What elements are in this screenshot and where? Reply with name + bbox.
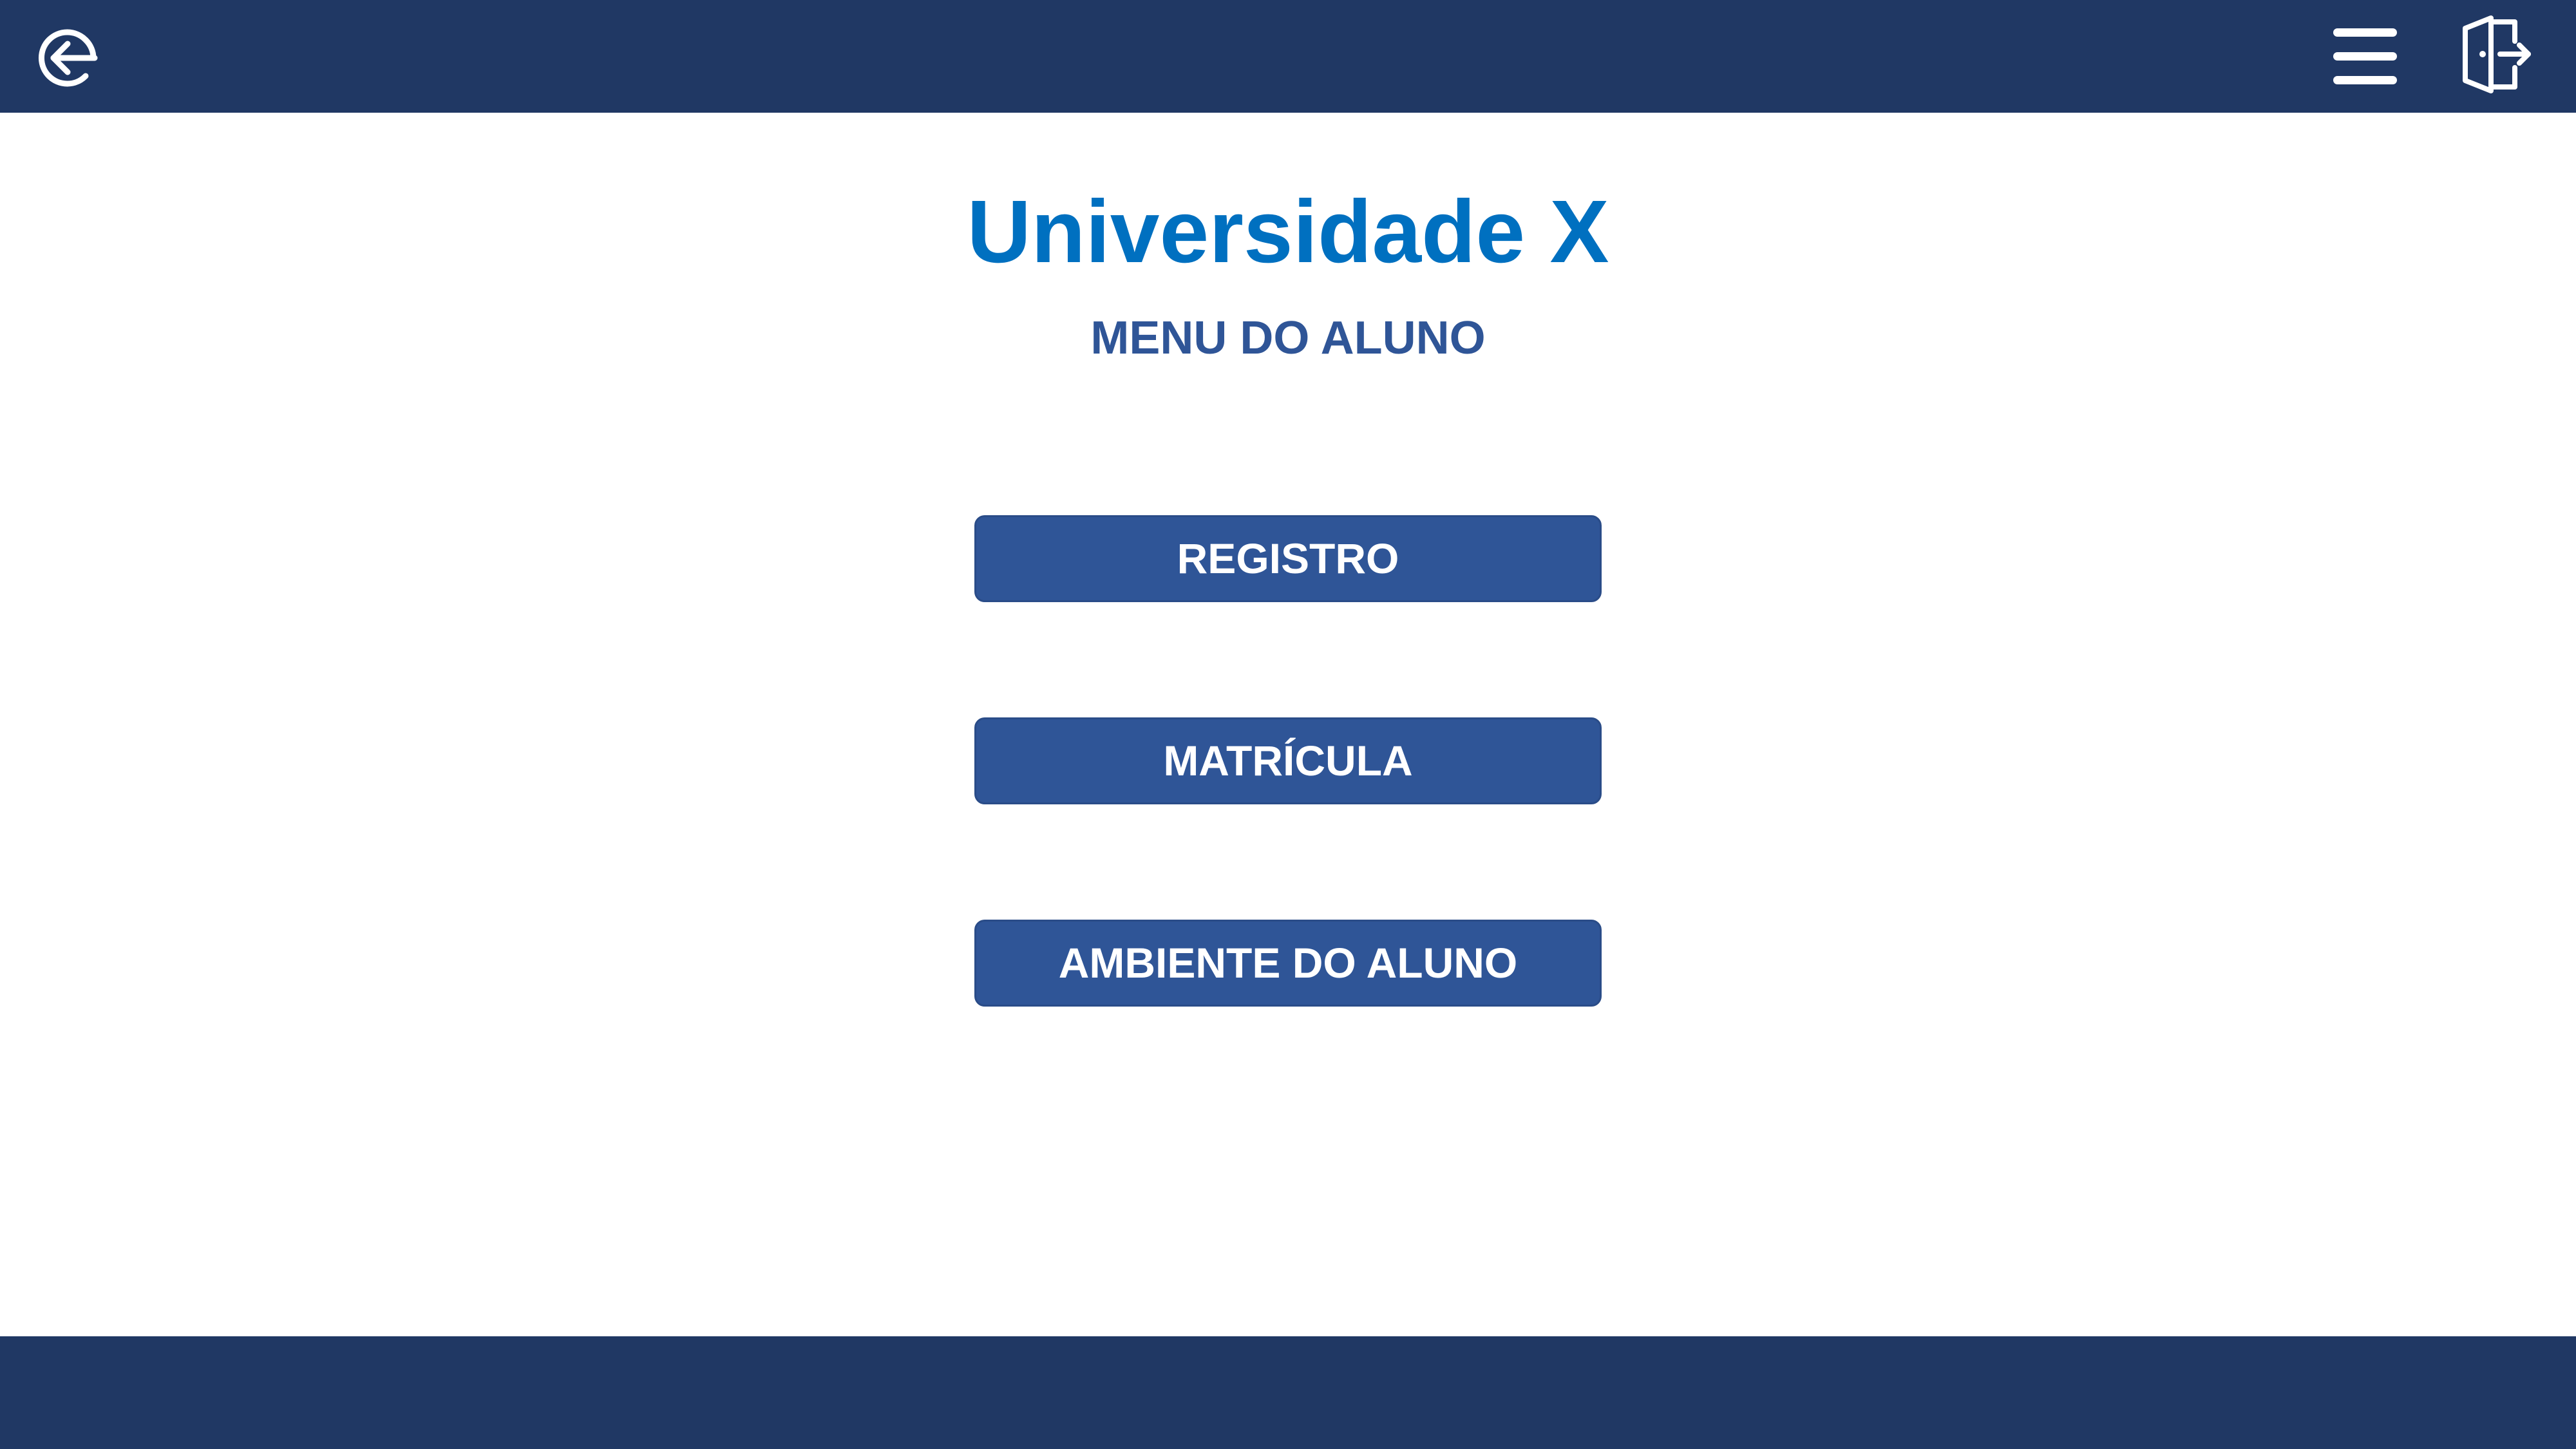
page: Universidade X MENU DO ALUNO REGISTRO MA… <box>0 0 2576 1449</box>
logout-door-icon[interactable] <box>2454 14 2534 95</box>
registro-button[interactable]: REGISTRO <box>974 515 1602 602</box>
ambiente-do-aluno-button[interactable]: AMBIENTE DO ALUNO <box>974 920 1602 1007</box>
back-arrow-icon[interactable] <box>35 26 100 90</box>
hamburger-menu-icon[interactable] <box>2331 26 2399 87</box>
page-title: Universidade X <box>967 182 1609 281</box>
footer-bar <box>0 1336 2576 1449</box>
page-subtitle: MENU DO ALUNO <box>1090 312 1486 364</box>
matricula-button[interactable]: MATRÍCULA <box>974 717 1602 804</box>
top-bar <box>0 0 2576 113</box>
